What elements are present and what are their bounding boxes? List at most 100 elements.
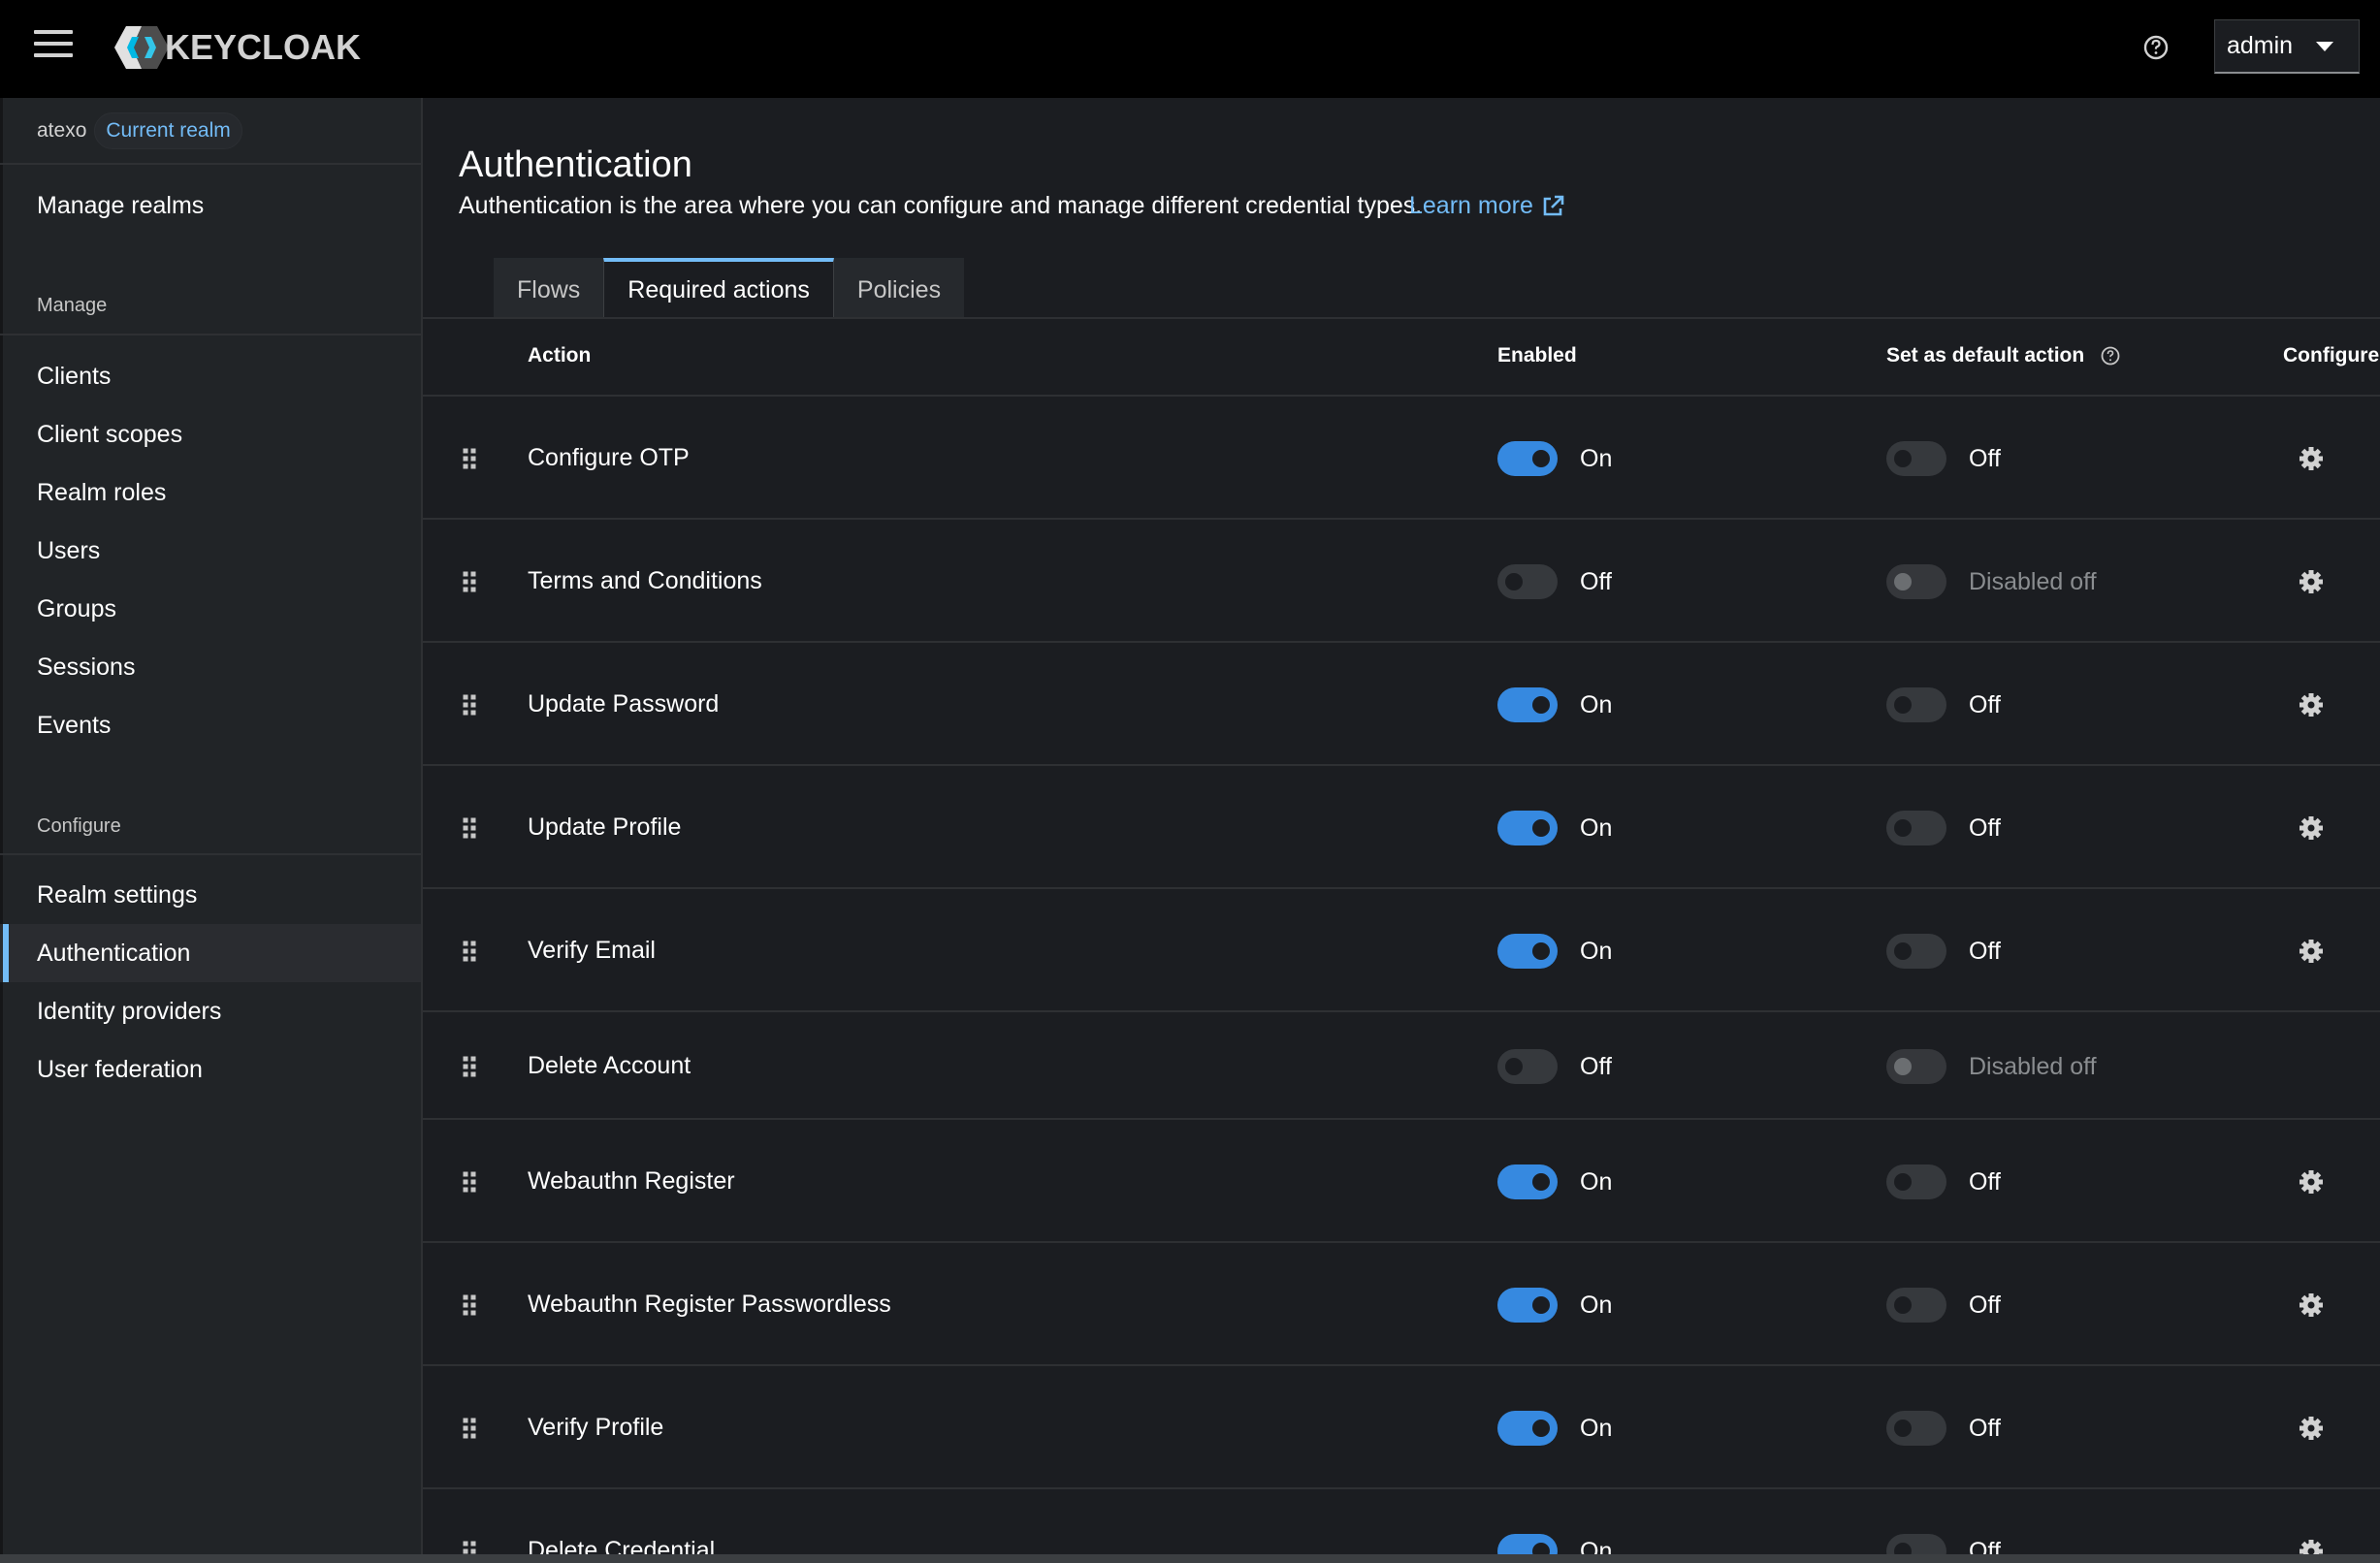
enabled-toggle[interactable]: [1497, 687, 1558, 722]
toggle-knob: [1894, 819, 1912, 837]
drag-handle-icon[interactable]: [462, 447, 477, 470]
table-row: Webauthn Register On Off: [423, 1120, 2380, 1243]
nav-section-manage: Manage: [37, 295, 108, 316]
tab-policies[interactable]: Policies: [833, 258, 965, 318]
default-action-toggle[interactable]: [1886, 811, 1946, 845]
enabled-label: On: [1580, 691, 1613, 718]
enabled-toggle[interactable]: [1497, 1288, 1558, 1323]
toggle-knob: [1532, 1296, 1550, 1314]
help-icon[interactable]: [2139, 31, 2172, 64]
enabled-toggle[interactable]: [1497, 934, 1558, 969]
action-name: Verify Profile: [528, 1414, 664, 1441]
realm-name: atexo: [37, 118, 87, 142]
action-name: Configure OTP: [528, 444, 690, 471]
toggle-knob: [1505, 573, 1523, 590]
drag-handle-icon[interactable]: [462, 940, 477, 963]
table-row: Verify Email On Off: [423, 889, 2380, 1012]
gear-icon[interactable]: [2299, 1169, 2324, 1195]
keycloak-logo[interactable]: KEYCLOAK: [113, 23, 361, 72]
gear-icon[interactable]: [2299, 1292, 2324, 1318]
action-name: Webauthn Register Passwordless: [528, 1291, 891, 1318]
nav-realm-roles[interactable]: Realm roles: [0, 463, 421, 522]
column-default-label: Set as default action: [1886, 344, 2085, 367]
enabled-toggle[interactable]: [1497, 441, 1558, 476]
gear-icon[interactable]: [2299, 569, 2324, 594]
main-content: Authentication Authentication is the are…: [423, 98, 2380, 1563]
drag-handle-icon[interactable]: [462, 1417, 477, 1440]
nav-clients[interactable]: Clients: [0, 347, 421, 405]
tab-required-actions[interactable]: Required actions: [603, 258, 834, 318]
default-action-label: Off: [1969, 1292, 2001, 1319]
toggle-knob: [1532, 1173, 1550, 1191]
enabled-toggle[interactable]: [1497, 811, 1558, 845]
sidebar: atexo Current realm Manage realms Manage…: [0, 98, 423, 1563]
nav-sessions[interactable]: Sessions: [0, 638, 421, 696]
learn-more-link[interactable]: Learn more: [1409, 192, 1564, 220]
gear-icon[interactable]: [2299, 939, 2324, 964]
table-row: Configure OTP On Off: [423, 397, 2380, 520]
gear-icon[interactable]: [2299, 692, 2324, 718]
nav-groups[interactable]: Groups: [0, 580, 421, 638]
default-action-label: Off: [1969, 445, 2001, 472]
enabled-label: Off: [1580, 1053, 1612, 1080]
external-link-icon: [1543, 195, 1564, 215]
tabs: Flows Required actions Policies: [494, 258, 965, 318]
default-action-toggle: [1886, 564, 1946, 599]
nav-user-federation[interactable]: User federation: [0, 1040, 421, 1099]
default-action-toggle[interactable]: [1886, 687, 1946, 722]
help-icon[interactable]: [2100, 345, 2121, 367]
default-action-toggle[interactable]: [1886, 441, 1946, 476]
nav-authentication[interactable]: Authentication: [0, 924, 421, 982]
bottom-scrollbar[interactable]: [0, 1554, 2380, 1563]
table-row: Verify Profile On Off: [423, 1366, 2380, 1489]
gear-icon[interactable]: [2299, 446, 2324, 471]
toggle-knob: [1894, 1058, 1912, 1075]
nav-client-scopes[interactable]: Client scopes: [0, 405, 421, 463]
drag-handle-icon[interactable]: [462, 816, 477, 840]
drag-handle-icon[interactable]: [462, 693, 477, 717]
drag-handle-icon[interactable]: [462, 1170, 477, 1194]
enabled-toggle[interactable]: [1497, 1049, 1558, 1084]
default-action-toggle[interactable]: [1886, 1411, 1946, 1446]
table-header: Action Enabled Set as default action Con…: [423, 319, 2380, 397]
enabled-toggle[interactable]: [1497, 564, 1558, 599]
nav-events[interactable]: Events: [0, 696, 421, 754]
default-action-toggle[interactable]: [1886, 1164, 1946, 1199]
nav-users[interactable]: Users: [0, 522, 421, 580]
hamburger-menu-icon[interactable]: [34, 30, 73, 61]
drag-handle-icon[interactable]: [462, 1055, 477, 1078]
nav-identity-providers[interactable]: Identity providers: [0, 982, 421, 1040]
toggle-knob: [1894, 1173, 1912, 1191]
default-action-label: Off: [1969, 938, 2001, 965]
realm-selector[interactable]: atexo Current realm: [0, 98, 421, 165]
keycloak-logo-icon: [114, 26, 169, 69]
user-dropdown[interactable]: admin: [2214, 19, 2360, 74]
nav-manage-realms[interactable]: Manage realms: [0, 176, 421, 235]
table-row: Delete Account Off Disabled off: [423, 1012, 2380, 1120]
drag-handle-icon[interactable]: [462, 1293, 477, 1317]
masthead: KEYCLOAK admin: [0, 0, 2380, 98]
toggle-knob: [1532, 450, 1550, 467]
toggle-knob: [1532, 1419, 1550, 1437]
gear-icon[interactable]: [2299, 815, 2324, 841]
drag-handle-icon[interactable]: [462, 570, 477, 593]
enabled-toggle[interactable]: [1497, 1164, 1558, 1199]
default-action-label: Disabled off: [1969, 568, 2097, 595]
default-action-toggle[interactable]: [1886, 1288, 1946, 1323]
current-realm-badge: Current realm: [94, 112, 242, 149]
table-row: Delete Credential On Off: [423, 1489, 2380, 1563]
gear-icon[interactable]: [2299, 1416, 2324, 1441]
action-name: Delete Account: [528, 1052, 691, 1079]
tab-flows[interactable]: Flows: [494, 258, 604, 318]
column-configure: Configure: [2283, 344, 2380, 367]
nav-realm-settings[interactable]: Realm settings: [0, 866, 421, 924]
toggle-knob: [1505, 1058, 1523, 1075]
toggle-knob: [1894, 450, 1912, 467]
enabled-toggle[interactable]: [1497, 1411, 1558, 1446]
default-action-toggle[interactable]: [1886, 934, 1946, 969]
action-name: Update Profile: [528, 813, 682, 841]
enabled-label: On: [1580, 1415, 1613, 1442]
toggle-knob: [1894, 696, 1912, 714]
toggle-knob: [1894, 1419, 1912, 1437]
table-row: Webauthn Register Passwordless On Off: [423, 1243, 2380, 1366]
